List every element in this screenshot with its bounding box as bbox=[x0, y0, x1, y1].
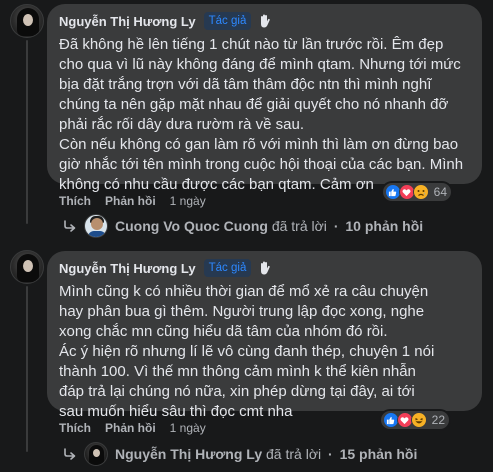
replier-avatar bbox=[84, 442, 108, 466]
view-replies-link[interactable]: Nguyễn Thị Hương Ly đã trả lời · 15 phản… bbox=[62, 442, 417, 466]
comment-text: Mình cũng k có nhiều thời gian để mổ xẻ … bbox=[59, 283, 435, 420]
reply-button[interactable]: Phản hồi bbox=[105, 421, 156, 435]
reply-arrow-icon bbox=[62, 219, 78, 233]
comment-author[interactable]: Nguyễn Thị Hương Ly bbox=[59, 14, 196, 29]
comment-bubble: Nguyễn Thị Hương Ly Tác giả Mình cũng k … bbox=[47, 251, 482, 420]
author-badge: Tác giả bbox=[203, 12, 252, 30]
comment-bubble: Nguyễn Thị Hương Ly Tác giả Đã không hề … bbox=[47, 4, 482, 193]
replies-summary: Nguyễn Thị Hương Ly đã trả lời · 15 phản… bbox=[115, 446, 417, 462]
replier-name: Nguyễn Thị Hương Ly bbox=[115, 446, 263, 462]
replies-summary: Cuong Vo Quoc Cuong đã trả lời · 10 phản… bbox=[115, 218, 423, 234]
replier-avatar bbox=[84, 214, 108, 238]
comment-timestamp[interactable]: 1 ngày bbox=[170, 421, 206, 435]
comment-actions: Thích Phản hồi 1 ngày bbox=[59, 194, 206, 208]
replier-name: Cuong Vo Quoc Cuong bbox=[115, 218, 268, 234]
comment-actions: Thích Phản hồi 1 ngày bbox=[59, 421, 206, 435]
comment-text: Đã không hề lên tiếng 1 chút nào từ lần … bbox=[59, 36, 464, 193]
reply-button[interactable]: Phản hồi bbox=[105, 194, 156, 208]
author-badge: Tác giả bbox=[203, 259, 252, 277]
like-button[interactable]: Thích bbox=[59, 194, 91, 208]
reaction-summary[interactable]: 22 bbox=[380, 411, 449, 429]
reaction-count: 64 bbox=[433, 185, 447, 199]
comment-author[interactable]: Nguyễn Thị Hương Ly bbox=[59, 261, 196, 276]
reaction-summary[interactable]: 64 bbox=[382, 183, 451, 201]
thread-line bbox=[26, 286, 28, 452]
replies-count: 10 phản hồi bbox=[345, 218, 424, 234]
replied-text: đã trả lời bbox=[271, 218, 327, 234]
replies-count: 15 phản hồi bbox=[339, 446, 418, 462]
reaction-count: 22 bbox=[431, 413, 445, 427]
view-replies-link[interactable]: Cuong Vo Quoc Cuong đã trả lời · 10 phản… bbox=[62, 214, 423, 238]
thread-line bbox=[26, 40, 28, 224]
like-button[interactable]: Thích bbox=[59, 421, 91, 435]
comment-timestamp[interactable]: 1 ngày bbox=[170, 194, 206, 208]
separator: · bbox=[328, 446, 333, 462]
sad-reaction-icon bbox=[412, 184, 429, 200]
separator: · bbox=[333, 218, 339, 234]
avatar[interactable] bbox=[10, 250, 44, 284]
waving-hand-icon bbox=[257, 13, 273, 29]
waving-hand-icon bbox=[257, 260, 273, 276]
avatar[interactable] bbox=[10, 4, 44, 38]
reply-arrow-icon bbox=[62, 447, 78, 461]
replied-text: đã trả lời bbox=[266, 446, 322, 462]
haha-reaction-icon bbox=[410, 412, 427, 428]
